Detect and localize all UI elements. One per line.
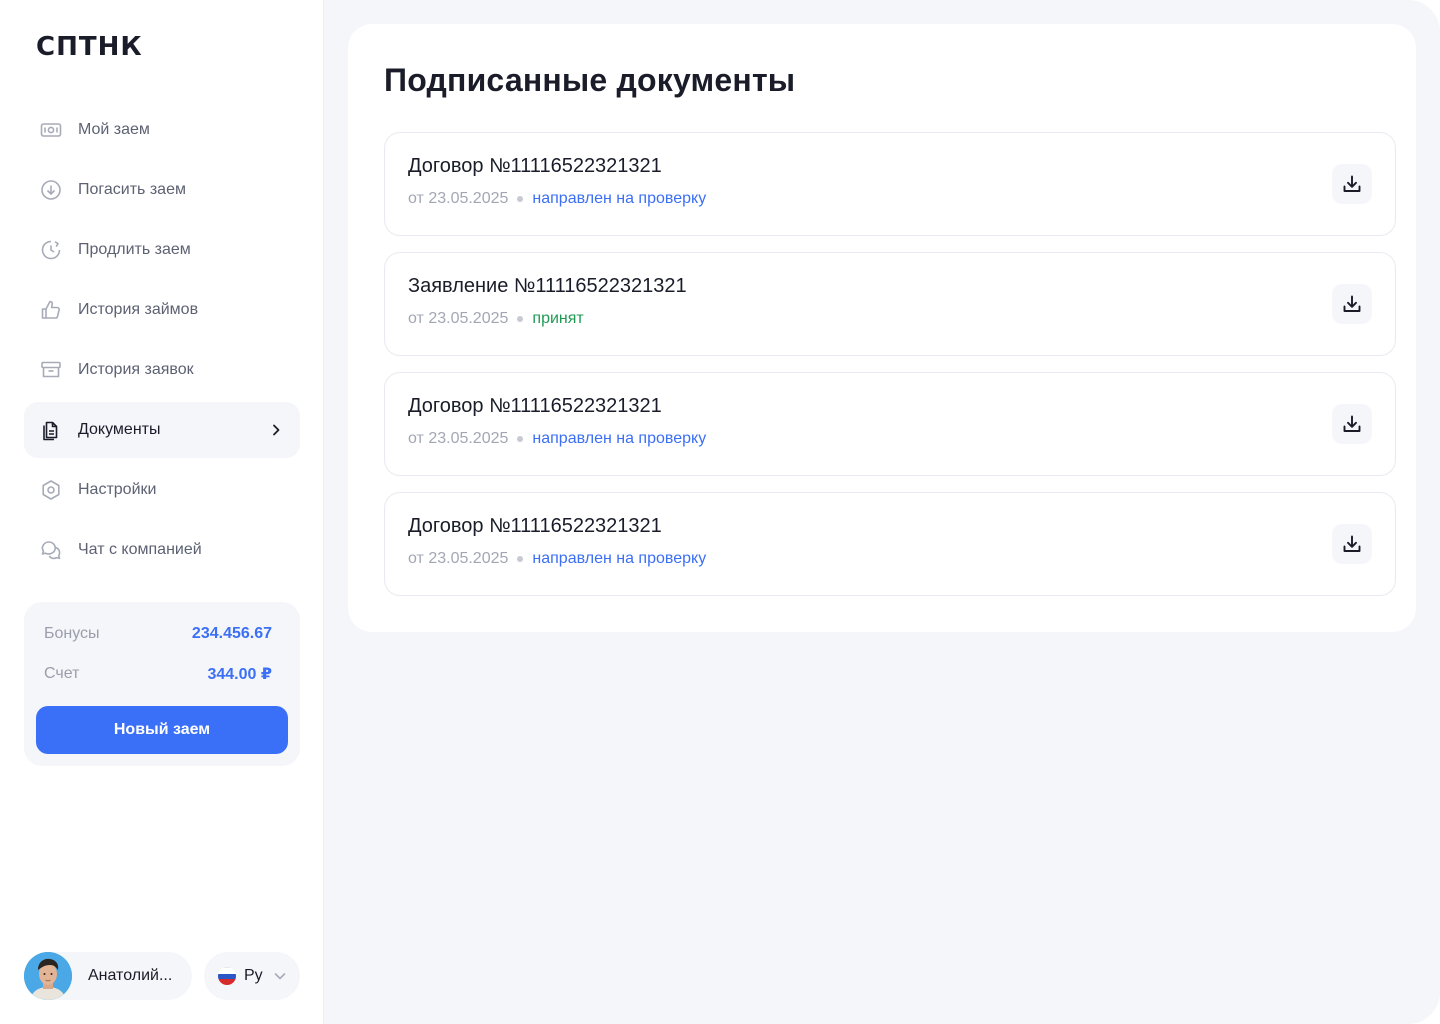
document-meta: от 23.05.2025 принят	[408, 310, 584, 328]
download-icon	[1341, 173, 1363, 195]
download-button[interactable]	[1332, 284, 1372, 324]
sidebar-item-label: Чат с компанией	[78, 541, 202, 558]
russia-flag-icon	[218, 967, 236, 985]
gear-hexagon-icon	[40, 479, 62, 501]
language-selector[interactable]: Ру	[204, 952, 300, 1000]
account-row: Счет 344.00 ₽	[44, 662, 272, 686]
document-date: от 23.05.2025	[408, 430, 509, 447]
separator-dot	[517, 436, 524, 442]
sidebar-item-chat[interactable]: Чат с компанией	[24, 522, 300, 578]
document-title: Договор №11116522321321	[408, 515, 662, 537]
document-status: направлен на проверку	[532, 430, 707, 447]
document-date: от 23.05.2025	[408, 310, 509, 327]
account-label: Счет	[44, 665, 80, 682]
language-label: Ру	[244, 967, 263, 984]
document-title: Договор №11116522321321	[408, 155, 662, 177]
separator-dot	[517, 316, 524, 322]
sidebar-item-my-loan[interactable]: Мой заем	[24, 102, 300, 158]
sidebar-item-label: История заявок	[78, 361, 194, 378]
sidebar-item-repay-loan[interactable]: Погасить заем	[24, 162, 300, 218]
document-status: направлен на проверку	[532, 190, 707, 207]
clock-refresh-icon	[40, 239, 62, 261]
document-card[interactable]: Договор №11116522321321 от 23.05.2025 на…	[384, 372, 1396, 476]
arrow-down-circle-icon	[40, 179, 62, 201]
main-content: Подписанные документы Договор №111165223…	[324, 0, 1440, 1024]
separator-dot	[517, 556, 524, 562]
balance-card: Бонусы 234.456.67 Счет 344.00 ₽ Новый за…	[24, 602, 300, 766]
user-profile-chip[interactable]: Анатолий...	[24, 952, 192, 1000]
download-icon	[1341, 293, 1363, 315]
document-status: принят	[532, 310, 584, 327]
download-icon	[1341, 533, 1363, 555]
chevron-down-icon	[273, 969, 287, 983]
document-title: Договор №11116522321321	[408, 395, 662, 417]
sidebar-item-label: Документы	[78, 421, 161, 438]
user-name: Анатолий...	[88, 967, 173, 984]
document-meta: от 23.05.2025 направлен на проверку	[408, 190, 706, 208]
sidebar-item-extend-loan[interactable]: Продлить заем	[24, 222, 300, 278]
chat-bubbles-icon	[40, 539, 62, 561]
sidebar-item-label: Настройки	[78, 481, 157, 498]
bonus-row: Бонусы 234.456.67	[44, 622, 272, 646]
sidebar-item-label: Мой заем	[78, 121, 150, 138]
document-meta: от 23.05.2025 направлен на проверку	[408, 430, 706, 448]
document-meta: от 23.05.2025 направлен на проверку	[408, 550, 706, 568]
document-card[interactable]: Договор №11116522321321 от 23.05.2025 на…	[384, 132, 1396, 236]
download-button[interactable]	[1332, 164, 1372, 204]
sidebar-item-settings[interactable]: Настройки	[24, 462, 300, 518]
document-date: от 23.05.2025	[408, 550, 509, 567]
sidebar-item-label: История займов	[78, 301, 199, 318]
document-icon	[40, 419, 62, 441]
avatar	[24, 952, 72, 1000]
separator-dot	[517, 196, 524, 202]
sidebar-item-documents[interactable]: Документы	[24, 402, 300, 458]
brand-logo[interactable]: СПТНК	[36, 32, 143, 62]
document-date: от 23.05.2025	[408, 190, 509, 207]
bonus-value: 234.456.67	[191, 625, 272, 642]
page-title: Подписанные документы	[384, 62, 796, 98]
sidebar-item-application-history[interactable]: История заявок	[24, 342, 300, 398]
document-card[interactable]: Заявление №11116522321321 от 23.05.2025 …	[384, 252, 1396, 356]
sidebar-nav: Мой заем Погасить заем Продлить заем Ист…	[24, 102, 300, 582]
document-card[interactable]: Договор №11116522321321 от 23.05.2025 на…	[384, 492, 1396, 596]
documents-panel: Подписанные документы Договор №111165223…	[348, 24, 1416, 632]
banknote-icon	[40, 119, 62, 141]
account-value: 344.00 ₽	[207, 666, 272, 683]
sidebar-item-label: Продлить заем	[78, 241, 191, 258]
chevron-right-icon	[268, 422, 284, 438]
app-window: СПТНК Мой заем Погасить заем Продлить за…	[0, 0, 1440, 1024]
document-status: направлен на проверку	[532, 550, 707, 567]
thumbs-up-icon	[40, 299, 62, 321]
document-title: Заявление №11116522321321	[408, 275, 687, 297]
sidebar-item-loan-history[interactable]: История займов	[24, 282, 300, 338]
sidebar: СПТНК Мой заем Погасить заем Продлить за…	[0, 0, 324, 1024]
download-icon	[1341, 413, 1363, 435]
document-list: Договор №11116522321321 от 23.05.2025 на…	[384, 132, 1396, 612]
new-loan-button[interactable]: Новый заем	[36, 706, 288, 754]
archive-box-icon	[40, 359, 62, 381]
download-button[interactable]	[1332, 524, 1372, 564]
download-button[interactable]	[1332, 404, 1372, 444]
bonus-label: Бонусы	[44, 625, 100, 642]
sidebar-item-label: Погасить заем	[78, 181, 186, 198]
